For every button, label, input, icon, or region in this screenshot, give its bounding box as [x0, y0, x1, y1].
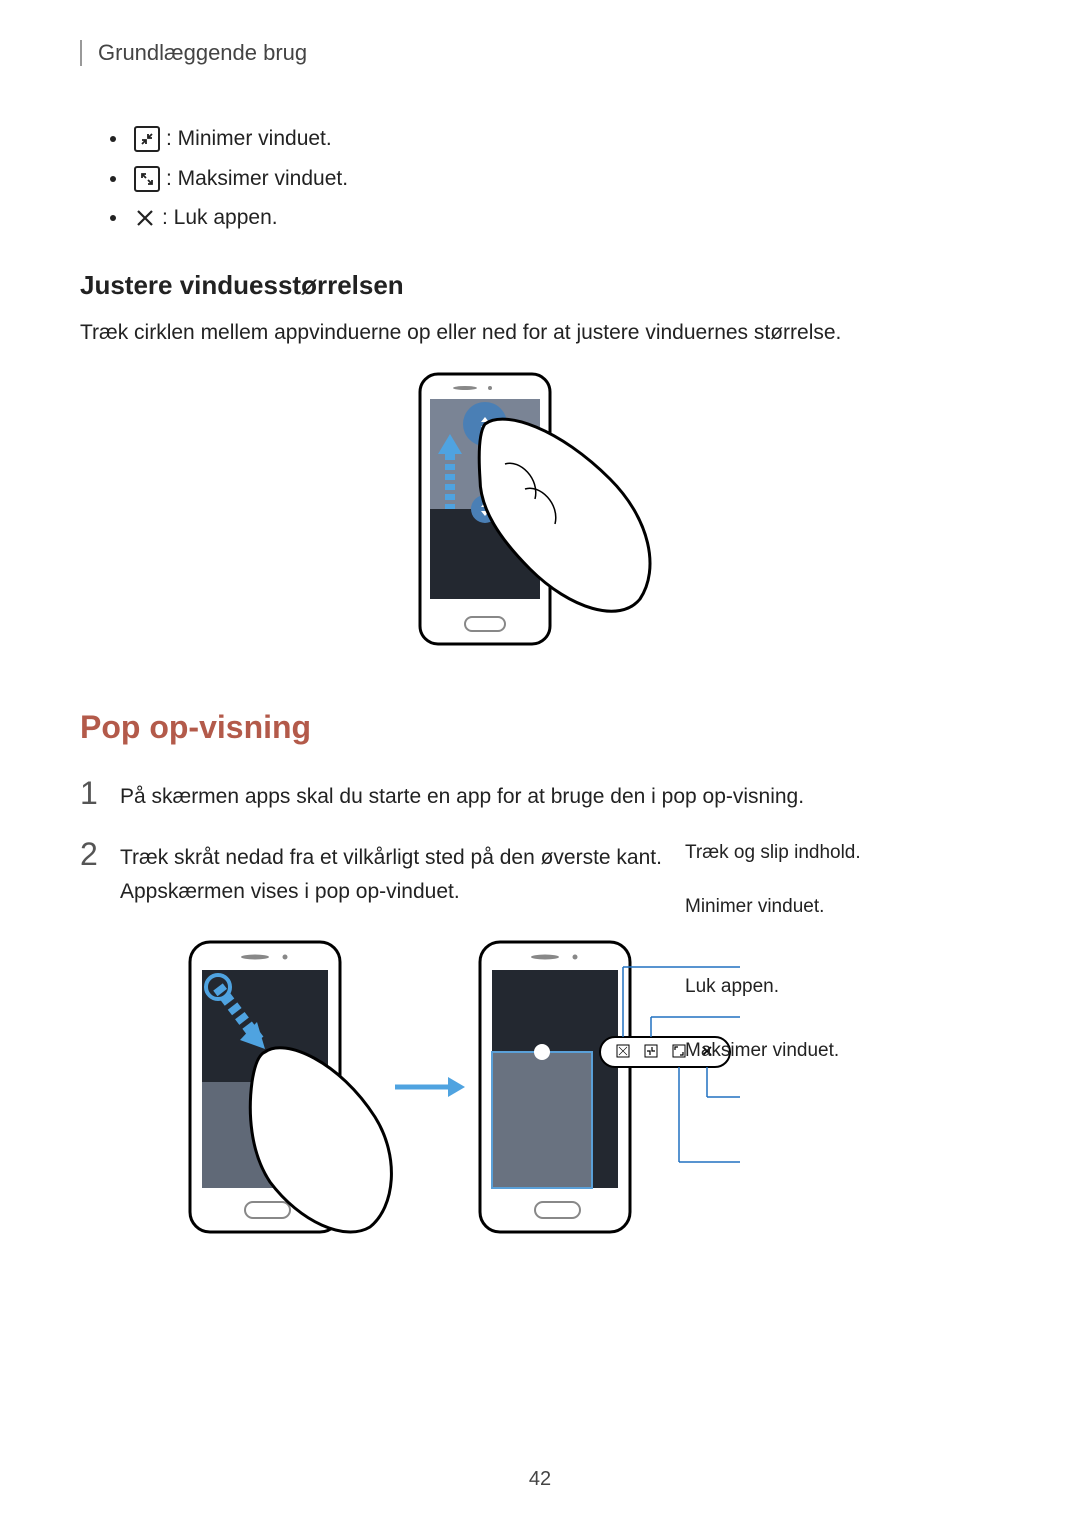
legend-maximize: : Maksimer vinduet.	[110, 166, 1000, 192]
step-1-text: På skærmen apps skal du starte en app fo…	[120, 776, 804, 814]
step-2-text: Træk skråt nedad fra et vilkårligt sted …	[120, 837, 662, 908]
legend-minimize-text: : Minimer vinduet.	[166, 127, 332, 151]
figure-adjust-window-size	[80, 369, 1000, 659]
bullet-icon	[110, 176, 116, 182]
section-title: Grundlæggende brug	[98, 40, 307, 65]
step-1: 1 På skærmen apps skal du starte en app …	[80, 776, 1000, 814]
heading-popup-view: Pop op-visning	[80, 709, 1000, 746]
page-number: 42	[0, 1468, 1080, 1491]
callout-minimize: Minimer vinduet.	[685, 896, 935, 918]
step-number: 2	[80, 837, 120, 908]
legend-minimize: : Minimer vinduet.	[110, 126, 1000, 152]
step-number: 1	[80, 776, 120, 814]
maximize-window-icon	[134, 166, 160, 192]
icon-legend-list: : Minimer vinduet. : Maksimer vinduet. :…	[110, 126, 1000, 230]
minimize-window-icon	[134, 126, 160, 152]
close-icon	[134, 207, 156, 229]
legend-close: : Luk appen.	[110, 206, 1000, 230]
subheading-adjust-size: Justere vinduesstørrelsen	[80, 270, 1000, 301]
callout-drag: Træk og slip indhold.	[685, 842, 935, 864]
legend-close-text: : Luk appen.	[162, 206, 278, 230]
section-header: Grundlæggende brug	[80, 40, 1000, 66]
bullet-icon	[110, 215, 116, 221]
figure-popup-view: Træk og slip indhold. Minimer vinduet. L…	[80, 932, 1000, 1252]
bullet-icon	[110, 136, 116, 142]
legend-maximize-text: : Maksimer vinduet.	[166, 167, 348, 191]
callout-close: Luk appen.	[685, 976, 935, 998]
adjust-size-description: Træk cirklen mellem appvinduerne op elle…	[80, 317, 1000, 349]
callout-maximize: Maksimer vinduet.	[685, 1040, 935, 1062]
